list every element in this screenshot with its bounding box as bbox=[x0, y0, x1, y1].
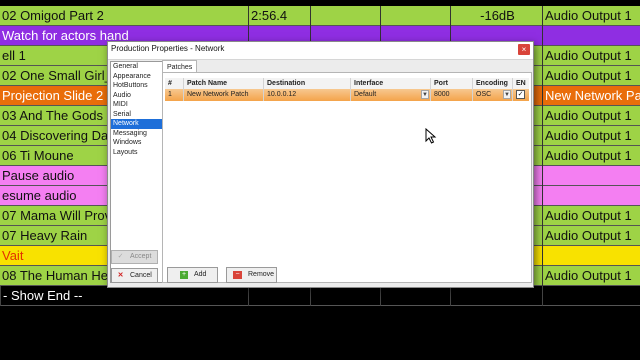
cancel-button[interactable]: ✕ Cancel bbox=[111, 268, 158, 283]
nav-item-midi[interactable]: MIDI bbox=[111, 100, 165, 110]
close-button[interactable]: × bbox=[518, 44, 530, 55]
cancel-label: Cancel bbox=[130, 272, 152, 279]
cue-level bbox=[450, 286, 542, 306]
cue-blank bbox=[310, 286, 380, 306]
nav-item-network[interactable]: Network bbox=[111, 119, 165, 129]
col-enabled[interactable]: EN bbox=[513, 78, 529, 89]
footer-bar bbox=[0, 320, 640, 360]
cue-destination: Audio Output 1 bbox=[542, 6, 640, 26]
minus-icon: − bbox=[233, 271, 242, 279]
accept-button[interactable]: ✓ Accept bbox=[111, 250, 158, 264]
cue-blank bbox=[310, 6, 380, 26]
patch-port[interactable]: 8000 bbox=[431, 89, 473, 101]
cue-duration: 2:56.4 bbox=[248, 6, 310, 26]
nav-item-messaging[interactable]: Messaging bbox=[111, 129, 165, 139]
interface-value: Default bbox=[354, 91, 377, 98]
cue-destination bbox=[542, 166, 640, 186]
cue-destination: Audio Output 1 bbox=[542, 126, 640, 146]
cue-name: - Show End -- bbox=[0, 286, 248, 306]
nav-item-audio[interactable]: Audio bbox=[111, 91, 165, 101]
col-interface[interactable]: Interface bbox=[351, 78, 431, 89]
enabled-cell: ✓ bbox=[513, 89, 529, 101]
cue-destination: Audio Output 1 bbox=[542, 106, 640, 126]
cue-destination: Audio Output 1 bbox=[542, 226, 640, 246]
cue-duration bbox=[248, 286, 310, 306]
nav-item-layouts[interactable]: Layouts bbox=[111, 148, 165, 158]
patch-destination[interactable]: 10.0.0.12 bbox=[264, 89, 351, 101]
plus-icon: + bbox=[180, 271, 188, 279]
nav-item-hotbuttons[interactable]: HotButtons bbox=[111, 81, 165, 91]
cue-col bbox=[380, 6, 450, 26]
cue-destination: New Network Pat bbox=[542, 86, 640, 106]
check-icon: ✓ bbox=[117, 253, 124, 260]
cue-row[interactable]: - Show End -- bbox=[0, 286, 640, 306]
cue-destination bbox=[542, 186, 640, 206]
col-destination[interactable]: Destination bbox=[264, 78, 351, 89]
cue-destination: Audio Output 1 bbox=[542, 46, 640, 66]
col-encoding[interactable]: Encoding bbox=[473, 78, 513, 89]
add-label: Add bbox=[194, 271, 207, 278]
cue-level: -16dB bbox=[450, 6, 542, 26]
patch-row[interactable]: 1 New Network Patch 10.0.0.12 Default ▼ … bbox=[165, 89, 529, 101]
x-icon: ✕ bbox=[117, 272, 124, 279]
cue-destination bbox=[542, 26, 640, 46]
encoding-value: OSC bbox=[476, 91, 492, 98]
nav-item-serial[interactable]: Serial bbox=[111, 110, 165, 120]
dialog-title: Production Properties - Network bbox=[111, 44, 225, 53]
interface-select[interactable]: Default ▼ bbox=[351, 89, 431, 101]
patch-name-cell[interactable]: New Network Patch bbox=[184, 89, 264, 101]
nav-item-general[interactable]: General bbox=[111, 62, 165, 72]
production-properties-dialog: Production Properties - Network × Genera… bbox=[107, 41, 534, 288]
chevron-down-icon[interactable]: ▼ bbox=[421, 90, 429, 99]
dialog-titlebar[interactable]: Production Properties - Network × bbox=[108, 42, 533, 60]
cue-destination: Audio Output 1 bbox=[542, 66, 640, 86]
accept-label: Accept bbox=[130, 253, 152, 260]
cue-destination bbox=[542, 286, 640, 306]
remove-patch-button[interactable]: − Remove bbox=[226, 267, 277, 283]
patch-number: 1 bbox=[165, 89, 184, 101]
cue-destination: Audio Output 1 bbox=[542, 206, 640, 226]
cue-destination: Audio Output 1 bbox=[542, 266, 640, 286]
cue-name: 02 Omigod Part 2 bbox=[2, 8, 104, 23]
cue-destination: Audio Output 1 bbox=[542, 146, 640, 166]
cue-destination bbox=[542, 246, 640, 266]
col-patch-name[interactable]: Patch Name bbox=[184, 78, 264, 89]
cue-row[interactable]: 02 Omigod Part 2 2:56.4 -16dB Audio Output … bbox=[0, 6, 640, 26]
col-port[interactable]: Port bbox=[431, 78, 473, 89]
nav-item-windows[interactable]: Windows bbox=[111, 138, 165, 148]
col-number[interactable]: # bbox=[165, 78, 184, 89]
cue-col bbox=[380, 286, 450, 306]
mouse-pointer-icon bbox=[425, 128, 437, 144]
patches-panel: # Patch Name Destination Interface Port … bbox=[162, 72, 532, 283]
chevron-down-icon[interactable]: ▼ bbox=[503, 90, 511, 99]
encoding-select[interactable]: OSC ▼ bbox=[473, 89, 513, 101]
remove-label: Remove bbox=[248, 271, 275, 278]
add-patch-button[interactable]: + Add bbox=[167, 267, 218, 283]
nav-item-appearance[interactable]: Appearance bbox=[111, 72, 165, 82]
enabled-checkbox[interactable]: ✓ bbox=[516, 90, 525, 99]
